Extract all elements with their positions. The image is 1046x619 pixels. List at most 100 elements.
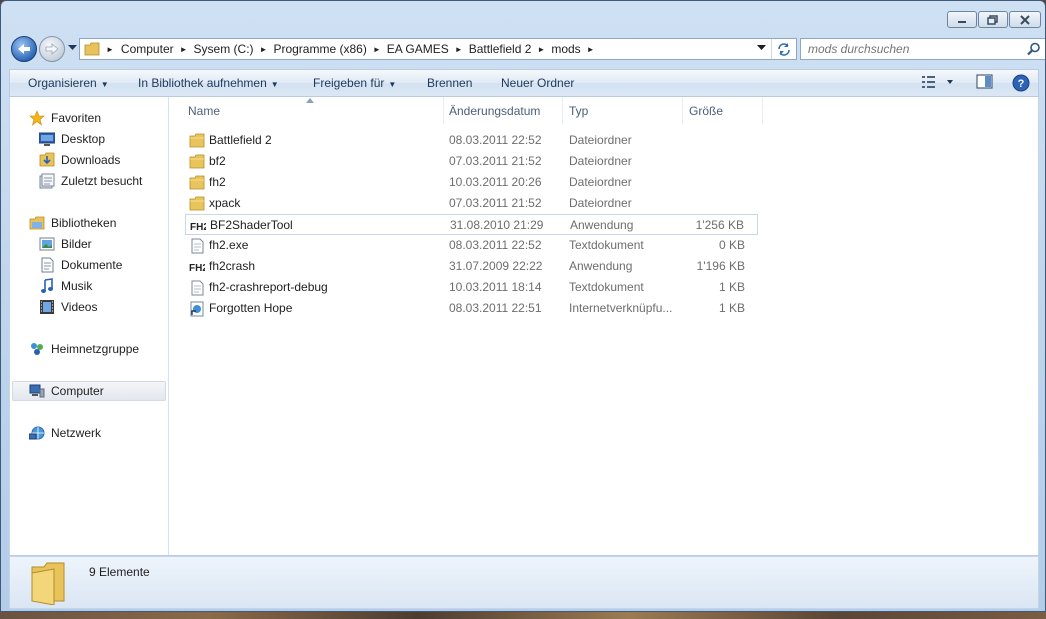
chevron-down-icon: ▼ <box>100 80 109 89</box>
file-type: Dateiordner <box>569 154 632 168</box>
new-folder-button[interactable]: Neuer Ordner <box>501 76 574 90</box>
preview-pane-icon <box>976 74 993 89</box>
fh2-app-icon: FH2 <box>190 222 206 233</box>
file-date: 10.03.2011 20:26 <box>449 175 542 189</box>
address-bar[interactable]: ► Computer ► Sysem (C:) ► Programme (x86) ►… <box>79 38 797 60</box>
svg-text:FH2: FH2 <box>189 263 205 274</box>
add-to-library-button[interactable]: In Bibliothek aufnehmen ▼ <box>138 76 279 90</box>
sidebar-item-documents[interactable]: Dokumente <box>39 257 122 273</box>
file-type: Anwendung <box>569 259 633 273</box>
share-button[interactable]: Freigeben für ▼ <box>313 76 396 90</box>
chevron-down-icon: ▼ <box>270 80 279 89</box>
burn-button[interactable]: Brennen <box>427 76 472 90</box>
close-button[interactable] <box>1009 11 1041 28</box>
sidebar-item-music[interactable]: Musik <box>39 278 92 294</box>
minimize-icon <box>958 20 966 23</box>
breadcrumb-label: Sysem (C:) <box>193 42 254 56</box>
sidebar-item-homegroup[interactable]: Heimnetzgruppe <box>29 341 139 357</box>
file-name: BF2ShaderTool <box>210 218 293 232</box>
sidebar-item-network[interactable]: Netzwerk <box>29 425 101 441</box>
folder-icon <box>189 154 205 169</box>
sidebar-item-downloads[interactable]: Downloads <box>39 152 120 168</box>
internet-shortcut-icon <box>190 301 204 317</box>
sidebar-item-recent[interactable]: Zuletzt besucht <box>39 173 142 189</box>
sidebar-item-favorites[interactable]: Favoriten <box>29 110 101 126</box>
address-dropdown-icon[interactable] <box>757 45 766 51</box>
preview-pane-button[interactable] <box>976 74 994 93</box>
file-row[interactable]: Battlefield 2 08.03.2011 22:52 Dateiordn… <box>185 130 758 151</box>
breadcrumb-label: mods <box>551 42 581 56</box>
file-row[interactable]: FH2 fh2crash 31.07.2009 22:22 Anwendung … <box>185 256 758 277</box>
search-box[interactable] <box>800 38 1045 60</box>
maximize-icon <box>987 14 998 25</box>
column-header-name[interactable]: Name <box>182 97 444 124</box>
back-button[interactable] <box>11 36 37 62</box>
breadcrumb-ea-games[interactable]: EA GAMES ► <box>384 42 466 56</box>
file-row[interactable]: xpack 07.03.2011 21:52 Dateiordner <box>185 193 758 214</box>
breadcrumb-label: Battlefield 2 <box>468 42 532 56</box>
chevron-right-icon: ► <box>106 44 114 54</box>
new-folder-label: Neuer Ordner <box>501 76 575 90</box>
maximize-button[interactable] <box>978 11 1008 28</box>
file-date: 08.03.2011 22:51 <box>449 301 542 315</box>
breadcrumb-mods[interactable]: mods ► <box>548 42 597 56</box>
file-row[interactable]: fh2.exe 08.03.2011 22:52 Textdokument 0 … <box>185 235 758 256</box>
refresh-button[interactable] <box>771 39 796 59</box>
breadcrumb-battlefield-2[interactable]: Battlefield 2 ► <box>466 42 549 56</box>
organize-label: Organisieren <box>28 76 97 90</box>
sidebar-item-videos[interactable]: Videos <box>39 299 97 315</box>
file-row[interactable]: Forgotten Hope 08.03.2011 22:51 Internet… <box>185 298 758 319</box>
view-options-button[interactable] <box>921 74 953 93</box>
sidebar-item-label: Videos <box>61 300 98 314</box>
file-row[interactable]: FH2 BF2ShaderTool 31.08.2010 21:29 Anwen… <box>185 214 758 235</box>
desktop-icon <box>39 132 55 146</box>
fh2-app-icon: FH2 <box>189 263 205 274</box>
file-row[interactable]: fh2 10.03.2011 20:26 Dateiordner <box>185 172 758 193</box>
text-document-icon <box>191 280 204 296</box>
refresh-icon <box>778 43 790 56</box>
breadcrumb-programme[interactable]: Programme (x86) ► <box>270 42 383 56</box>
share-label: Freigeben für <box>313 76 385 90</box>
file-type: Internetverknüpfu... <box>569 301 673 315</box>
arrow-right-icon <box>45 43 59 55</box>
computer-icon <box>29 384 45 398</box>
column-label: Änderungsdatum <box>449 103 541 118</box>
network-icon <box>29 426 45 440</box>
breadcrumb-computer[interactable]: Computer ► <box>118 42 191 56</box>
search-input[interactable] <box>808 42 1018 56</box>
navigation-pane: Favoriten Desktop Downloads Zuletzt besu… <box>10 97 169 555</box>
column-header-date[interactable]: Änderungsdatum <box>443 97 563 124</box>
file-name: fh2.exe <box>209 238 249 252</box>
column-header-size[interactable]: Größe <box>683 97 763 124</box>
minimize-button[interactable] <box>947 11 977 28</box>
help-button[interactable]: ? <box>1012 74 1030 95</box>
sidebar-item-libraries[interactable]: Bibliotheken <box>29 215 116 231</box>
file-row[interactable]: fh2-crashreport-debug 10.03.2011 18:14 T… <box>185 277 758 298</box>
search-icon[interactable] <box>1027 42 1041 56</box>
close-icon <box>1020 14 1030 25</box>
breadcrumb-drive[interactable]: Sysem (C:) ► <box>191 42 271 56</box>
file-row[interactable]: bf2 07.03.2011 21:52 Dateiordner <box>185 151 758 172</box>
column-header-type[interactable]: Typ <box>563 97 683 124</box>
downloads-folder-icon <box>39 152 55 167</box>
forward-button[interactable] <box>39 36 65 62</box>
sidebar-item-computer[interactable]: Computer <box>12 381 166 401</box>
view-details-icon <box>922 76 953 88</box>
file-list: Name Änderungsdatum Typ Größe Battlefiel… <box>170 97 1038 555</box>
chevron-right-icon: ► <box>454 44 463 54</box>
recent-pages-dropdown-icon[interactable] <box>68 45 77 51</box>
file-date: 08.03.2011 22:52 <box>449 238 542 252</box>
star-icon <box>29 110 45 126</box>
file-type: Textdokument <box>569 280 644 294</box>
sidebar-item-pictures[interactable]: Bilder <box>39 236 92 252</box>
file-date: 08.03.2011 22:52 <box>449 133 542 147</box>
sidebar-item-desktop[interactable]: Desktop <box>39 131 105 147</box>
svg-text:?: ? <box>1018 78 1025 90</box>
chevron-right-icon: ► <box>586 44 595 54</box>
videos-icon <box>40 300 54 314</box>
file-type: Anwendung <box>570 218 634 232</box>
organize-button[interactable]: Organisieren ▼ <box>28 76 109 90</box>
breadcrumb-label: Computer <box>120 42 174 56</box>
explorer-body: Favoriten Desktop Downloads Zuletzt besu… <box>9 97 1039 555</box>
file-name: fh2-crashreport-debug <box>209 280 328 294</box>
